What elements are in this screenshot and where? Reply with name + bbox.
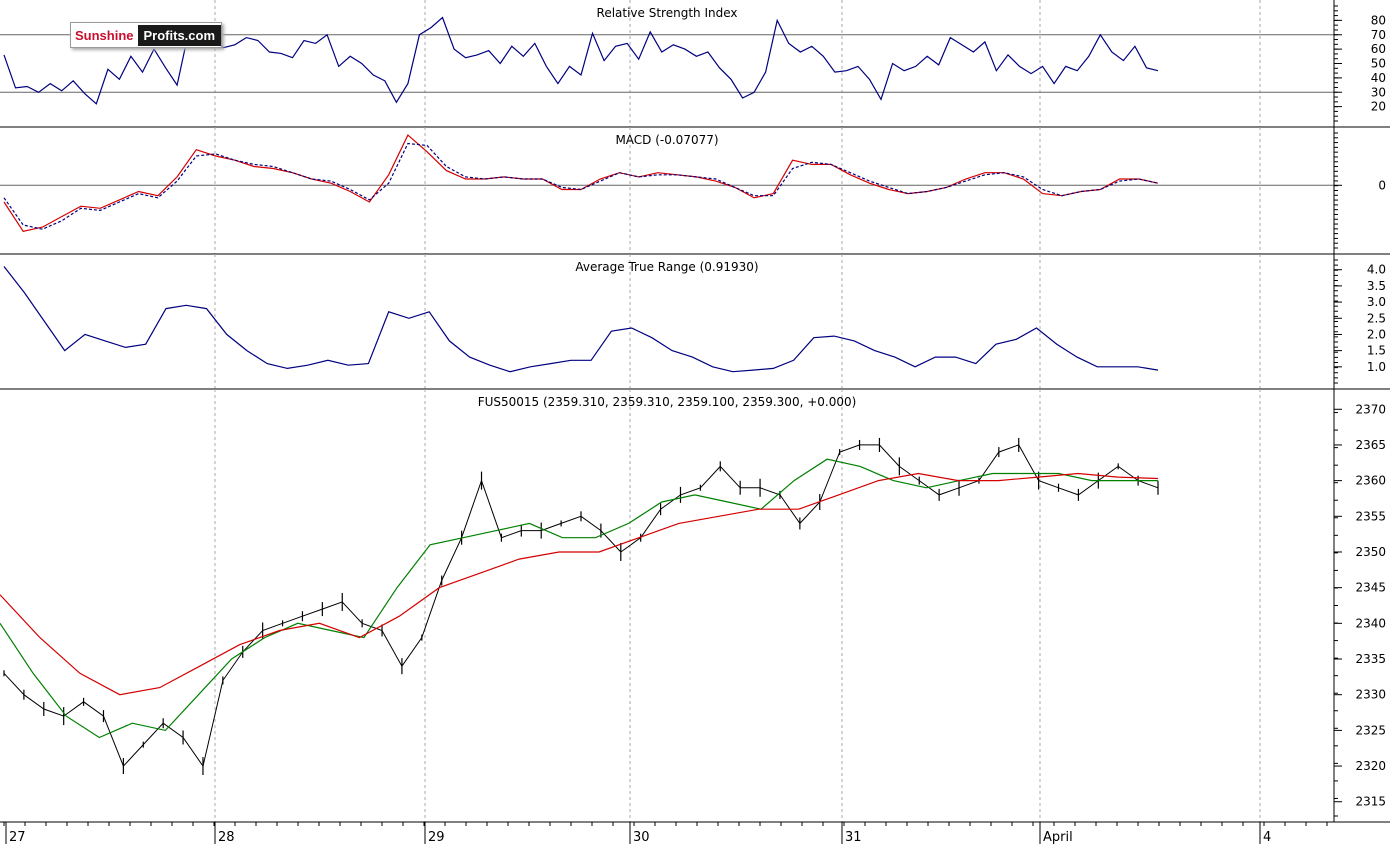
- x-tick-label: April: [1043, 830, 1073, 844]
- x-tick-label: 28: [218, 830, 235, 844]
- y-tick-label: 20: [1371, 100, 1386, 114]
- y-tick-label: 70: [1371, 28, 1386, 42]
- logo-part2: Profits.com: [137, 24, 222, 46]
- x-tick-label: 30: [633, 830, 650, 844]
- y-tick-label: 60: [1371, 42, 1386, 56]
- y-tick-label: 80: [1371, 13, 1386, 27]
- y-tick-label: 50: [1371, 57, 1386, 71]
- y-tick-label: 3.5: [1367, 279, 1386, 293]
- y-tick-label: 2.5: [1367, 311, 1386, 325]
- y-tick-label: 2320: [1355, 759, 1386, 773]
- logo-part1: Sunshine: [71, 27, 136, 43]
- x-tick-label: 27: [9, 830, 26, 844]
- y-tick-label: 40: [1371, 71, 1386, 85]
- x-tick-label: 29: [428, 830, 445, 844]
- y-tick-label: 2.0: [1367, 327, 1386, 341]
- y-tick-label: 2365: [1355, 438, 1386, 452]
- y-tick-label: 2340: [1355, 616, 1386, 630]
- panel-title: FUS50015 (2359.310, 2359.310, 2359.100, …: [478, 395, 857, 409]
- y-tick-label: 2360: [1355, 474, 1386, 488]
- x-tick-label: 31: [845, 830, 862, 844]
- y-tick-label: 2325: [1355, 723, 1386, 737]
- y-tick-label: 2370: [1355, 402, 1386, 416]
- y-tick-label: 0: [1378, 178, 1386, 192]
- chart-root: 20 30 40 50 60 70 80 Relative Strength Index 0 MA…: [0, 0, 1390, 845]
- y-tick-label: 2335: [1355, 652, 1386, 666]
- panel-title: Average True Range (0.91930): [575, 260, 758, 274]
- y-tick-label: 3.0: [1367, 295, 1386, 309]
- y-tick-label: 2345: [1355, 581, 1386, 595]
- panel-title: MACD (-0.07077): [615, 133, 718, 147]
- y-tick-label: 4.0: [1367, 263, 1386, 277]
- y-tick-label: 2355: [1355, 509, 1386, 523]
- x-tick-label: 4: [1263, 830, 1271, 844]
- sunshine-profits-logo: Sunshine Profits.com: [70, 22, 222, 48]
- panel-title: Relative Strength Index: [597, 6, 738, 20]
- y-tick-label: 1.5: [1367, 344, 1386, 358]
- y-tick-label: 2330: [1355, 688, 1386, 702]
- y-tick-label: 30: [1371, 85, 1386, 99]
- chart-canvas: 20304050607080Relative Strength Index0MA…: [0, 0, 1390, 845]
- y-tick-label: 2350: [1355, 545, 1386, 559]
- y-tick-label: 1.0: [1367, 360, 1386, 374]
- y-tick-label: 2315: [1355, 795, 1386, 809]
